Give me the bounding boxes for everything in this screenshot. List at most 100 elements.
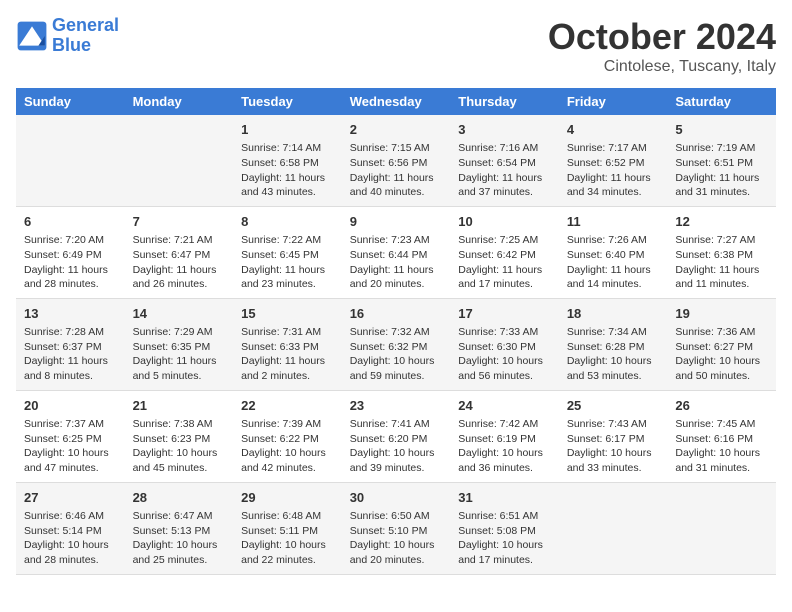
cell-info: Sunrise: 7:17 AM: [567, 141, 660, 156]
cell-info: Sunrise: 7:39 AM: [241, 417, 334, 432]
calendar-header: SundayMondayTuesdayWednesdayThursdayFrid…: [16, 88, 776, 115]
calendar-cell: 2Sunrise: 7:15 AMSunset: 6:56 PMDaylight…: [342, 115, 451, 206]
cell-info: Sunrise: 7:43 AM: [567, 417, 660, 432]
cell-info: Sunset: 6:16 PM: [675, 432, 768, 447]
calendar-cell: 4 Sunrise: 7:17 AMSunset: 6:52 PMDaylight…: [559, 115, 668, 206]
cell-info: Sunrise: 7:38 AM: [133, 417, 226, 432]
cell-info: Daylight: 10 hours and 39 minutes.: [350, 446, 443, 475]
cell-info: Daylight: 10 hours and 53 minutes.: [567, 354, 660, 383]
cell-info: Sunset: 5:11 PM: [241, 524, 334, 539]
cell-info: Sunrise: 6:50 AM: [350, 509, 443, 524]
cell-info: Sunset: 5:10 PM: [350, 524, 443, 539]
cell-info: Sunset: 6:19 PM: [458, 432, 551, 447]
cell-info: Sunset: 6:44 PM: [350, 248, 443, 263]
cell-info: Sunset: 5:13 PM: [133, 524, 226, 539]
cell-info: Sunset: 6:20 PM: [350, 432, 443, 447]
cell-info: Daylight: 10 hours and 31 minutes.: [675, 446, 768, 475]
cell-info: Sunset: 6:45 PM: [241, 248, 334, 263]
cell-info: Daylight: 11 hours and 23 minutes.: [241, 263, 334, 292]
cell-info: Sunrise: 7:19 AM: [675, 141, 768, 156]
cell-info: Daylight: 11 hours and 34 minutes.: [567, 171, 660, 200]
calendar-cell: 26Sunrise: 7:45 AMSunset: 6:16 PMDayligh…: [667, 390, 776, 482]
cell-info: Daylight: 10 hours and 45 minutes.: [133, 446, 226, 475]
calendar-cell: 5Sunrise: 7:19 AMSunset: 6:51 PMDaylight…: [667, 115, 776, 206]
calendar-cell: 30Sunrise: 6:50 AMSunset: 5:10 PMDayligh…: [342, 482, 451, 574]
day-number: 5: [675, 121, 768, 139]
location: Cintolese, Tuscany, Italy: [548, 58, 776, 76]
cell-info: Daylight: 10 hours and 20 minutes.: [350, 538, 443, 567]
cell-info: Daylight: 10 hours and 22 minutes.: [241, 538, 334, 567]
calendar-week-row: 13Sunrise: 7:28 AMSunset: 6:37 PMDayligh…: [16, 298, 776, 390]
cell-info: Daylight: 10 hours and 59 minutes.: [350, 354, 443, 383]
month-title: October 2024: [548, 16, 776, 58]
cell-info: Sunset: 6:35 PM: [133, 340, 226, 355]
cell-info: Daylight: 11 hours and 20 minutes.: [350, 263, 443, 292]
calendar-cell: 13Sunrise: 7:28 AMSunset: 6:37 PMDayligh…: [16, 298, 125, 390]
cell-info: Sunrise: 6:47 AM: [133, 509, 226, 524]
day-number: 29: [241, 489, 334, 507]
calendar-cell: 21 Sunrise: 7:38 AMSunset: 6:23 PMDayligh…: [125, 390, 234, 482]
cell-info: Sunset: 6:52 PM: [567, 156, 660, 171]
cell-info: Sunrise: 7:15 AM: [350, 141, 443, 156]
day-number: 2: [350, 121, 443, 139]
cell-info: Sunrise: 7:37 AM: [24, 417, 117, 432]
cell-info: Sunset: 6:23 PM: [133, 432, 226, 447]
day-of-week-header: Wednesday: [342, 88, 451, 115]
cell-info: Sunset: 6:42 PM: [458, 248, 551, 263]
cell-info: Sunrise: 6:51 AM: [458, 509, 551, 524]
cell-info: Daylight: 11 hours and 2 minutes.: [241, 354, 334, 383]
calendar-cell: [16, 115, 125, 206]
calendar-cell: 3Sunrise: 7:16 AMSunset: 6:54 PMDaylight…: [450, 115, 559, 206]
calendar-cell: 17Sunrise: 7:33 AMSunset: 6:30 PMDayligh…: [450, 298, 559, 390]
cell-info: Daylight: 11 hours and 8 minutes.: [24, 354, 117, 383]
cell-info: Sunrise: 7:34 AM: [567, 325, 660, 340]
cell-info: Sunrise: 7:41 AM: [350, 417, 443, 432]
cell-info: Sunrise: 7:25 AM: [458, 233, 551, 248]
day-of-week-header: Tuesday: [233, 88, 342, 115]
cell-info: Sunrise: 7:28 AM: [24, 325, 117, 340]
cell-info: Sunrise: 7:32 AM: [350, 325, 443, 340]
calendar-week-row: 6Sunrise: 7:20 AMSunset: 6:49 PMDaylight…: [16, 206, 776, 298]
calendar-week-row: 27Sunrise: 6:46 AMSunset: 5:14 PMDayligh…: [16, 482, 776, 574]
calendar-cell: [667, 482, 776, 574]
day-number: 22: [241, 397, 334, 415]
calendar-body: 1Sunrise: 7:14 AMSunset: 6:58 PMDaylight…: [16, 115, 776, 574]
day-number: 24: [458, 397, 551, 415]
cell-info: Sunset: 6:51 PM: [675, 156, 768, 171]
day-number: 11: [567, 213, 660, 231]
day-number: 23: [350, 397, 443, 415]
calendar-cell: 22Sunrise: 7:39 AMSunset: 6:22 PMDayligh…: [233, 390, 342, 482]
cell-info: Sunset: 5:08 PM: [458, 524, 551, 539]
cell-info: Sunrise: 7:26 AM: [567, 233, 660, 248]
day-number: 25: [567, 397, 660, 415]
cell-info: Sunset: 6:49 PM: [24, 248, 117, 263]
calendar-cell: 23 Sunrise: 7:41 AMSunset: 6:20 PMDayligh…: [342, 390, 451, 482]
calendar-cell: 7Sunrise: 7:21 AMSunset: 6:47 PMDaylight…: [125, 206, 234, 298]
cell-info: Sunset: 6:54 PM: [458, 156, 551, 171]
calendar-cell: 8Sunrise: 7:22 AMSunset: 6:45 PMDaylight…: [233, 206, 342, 298]
cell-info: Daylight: 10 hours and 25 minutes.: [133, 538, 226, 567]
day-number: 1: [241, 121, 334, 139]
calendar-week-row: 1Sunrise: 7:14 AMSunset: 6:58 PMDaylight…: [16, 115, 776, 206]
calendar-cell: 14Sunrise: 7:29 AMSunset: 6:35 PMDayligh…: [125, 298, 234, 390]
cell-info: Daylight: 11 hours and 5 minutes.: [133, 354, 226, 383]
cell-info: Daylight: 10 hours and 28 minutes.: [24, 538, 117, 567]
cell-info: Daylight: 10 hours and 47 minutes.: [24, 446, 117, 475]
cell-info: Daylight: 11 hours and 14 minutes.: [567, 263, 660, 292]
day-number: 31: [458, 489, 551, 507]
day-number: 21: [133, 397, 226, 415]
day-number: 15: [241, 305, 334, 323]
cell-info: Sunrise: 7:33 AM: [458, 325, 551, 340]
calendar-cell: 16Sunrise: 7:32 AMSunset: 6:32 PMDayligh…: [342, 298, 451, 390]
cell-info: Sunset: 6:58 PM: [241, 156, 334, 171]
day-number: 10: [458, 213, 551, 231]
page-header: General Blue October 2024 Cintolese, Tus…: [16, 16, 776, 76]
calendar-cell: 11Sunrise: 7:26 AMSunset: 6:40 PMDayligh…: [559, 206, 668, 298]
day-number: 4: [567, 121, 660, 139]
cell-info: Daylight: 11 hours and 26 minutes.: [133, 263, 226, 292]
cell-info: Sunset: 6:30 PM: [458, 340, 551, 355]
calendar-cell: 18Sunrise: 7:34 AMSunset: 6:28 PMDayligh…: [559, 298, 668, 390]
calendar-cell: 19Sunrise: 7:36 AMSunset: 6:27 PMDayligh…: [667, 298, 776, 390]
cell-info: Sunrise: 7:21 AM: [133, 233, 226, 248]
day-of-week-header: Sunday: [16, 88, 125, 115]
